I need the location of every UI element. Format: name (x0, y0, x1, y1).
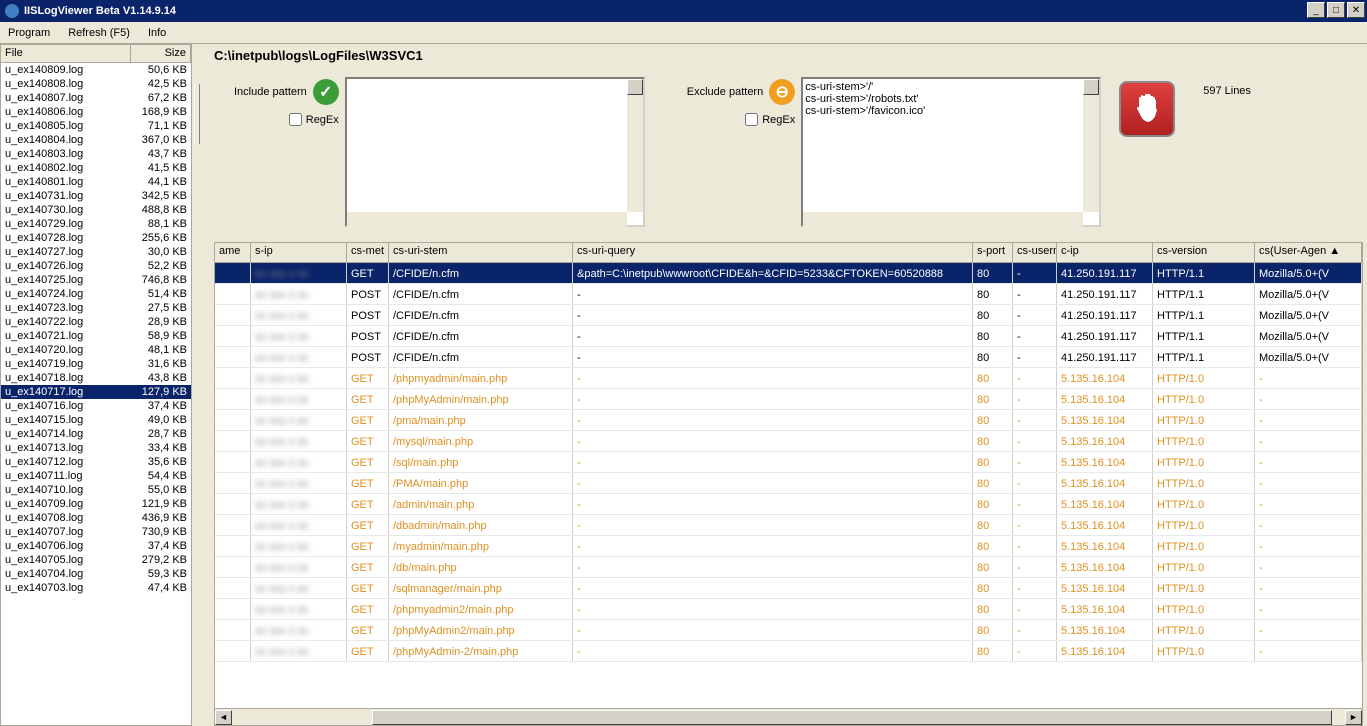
file-row[interactable]: u_ex140806.log168,9 KB (1, 105, 191, 119)
file-row[interactable]: u_ex140731.log342,5 KB (1, 189, 191, 203)
col-ame[interactable]: ame (215, 243, 251, 262)
grid-row[interactable]: xx xxx x xxGET/db/main.php-80-5.135.16.1… (215, 557, 1362, 578)
file-row[interactable]: u_ex140708.log436,9 KB (1, 511, 191, 525)
stop-button[interactable] (1119, 81, 1175, 137)
file-row[interactable]: u_ex140712.log35,6 KB (1, 455, 191, 469)
file-row[interactable]: u_ex140717.log127,9 KB (1, 385, 191, 399)
col-cs-version[interactable]: cs-version (1153, 243, 1255, 262)
splitter-handle[interactable] (194, 84, 200, 144)
file-row[interactable]: u_ex140704.log59,3 KB (1, 567, 191, 581)
include-label: Include pattern (234, 86, 307, 98)
file-row[interactable]: u_ex140711.log54,4 KB (1, 469, 191, 483)
file-row[interactable]: u_ex140713.log33,4 KB (1, 441, 191, 455)
grid-row[interactable]: xx xxx x xxGET/phpMyAdmin/main.php-80-5.… (215, 389, 1362, 410)
file-row[interactable]: u_ex140703.log47,4 KB (1, 581, 191, 595)
window-title: IISLogViewer Beta V1.14.9.14 (24, 5, 176, 17)
file-list-panel: File Size u_ex140809.log50,6 KBu_ex14080… (0, 44, 192, 726)
file-row[interactable]: u_ex140707.log730,9 KB (1, 525, 191, 539)
file-row[interactable]: u_ex140728.log255,6 KB (1, 231, 191, 245)
line-count: 597 Lines (1203, 85, 1251, 97)
app-icon (4, 3, 20, 19)
file-row[interactable]: u_ex140804.log367,0 KB (1, 133, 191, 147)
col-cs-username[interactable]: cs-usern (1013, 243, 1057, 262)
col-s-ip[interactable]: s-ip (251, 243, 347, 262)
grid-row[interactable]: xx xxx x xxPOST/CFIDE/n.cfm-80-41.250.19… (215, 326, 1362, 347)
exclude-pattern-textarea[interactable] (801, 77, 1101, 227)
grid-row[interactable]: xx xxx x xxGET/admin/main.php-80-5.135.1… (215, 494, 1362, 515)
grid-row[interactable]: xx xxx x xxGET/pma/main.php-80-5.135.16.… (215, 410, 1362, 431)
file-row[interactable]: u_ex140714.log28,7 KB (1, 427, 191, 441)
minimize-button[interactable]: _ (1307, 2, 1325, 18)
file-row[interactable]: u_ex140729.log88,1 KB (1, 217, 191, 231)
include-regex-checkbox[interactable]: RegEx (289, 113, 339, 126)
file-row[interactable]: u_ex140805.log71,1 KB (1, 119, 191, 133)
col-c-ip[interactable]: c-ip (1057, 243, 1153, 262)
menu-refresh[interactable]: Refresh (F5) (68, 27, 130, 39)
maximize-button[interactable]: □ (1327, 2, 1345, 18)
file-row[interactable]: u_ex140724.log51,4 KB (1, 287, 191, 301)
file-row[interactable]: u_ex140715.log49,0 KB (1, 413, 191, 427)
grid-body[interactable]: xx xxx x xxGET/CFIDE/n.cfm&path=C:\inetp… (215, 263, 1362, 708)
file-row[interactable]: u_ex140723.log27,5 KB (1, 301, 191, 315)
grid-row[interactable]: xx xxx x xxGET/phpMyAdmin2/main.php-80-5… (215, 620, 1362, 641)
file-row[interactable]: u_ex140718.log43,8 KB (1, 371, 191, 385)
col-s-port[interactable]: s-port (973, 243, 1013, 262)
grid-row[interactable]: xx xxx x xxGET/dbadmin/main.php-80-5.135… (215, 515, 1362, 536)
hand-stop-icon (1130, 92, 1164, 126)
grid-header: ame s-ip cs-met cs-uri-stem cs-uri-query… (215, 243, 1362, 263)
file-row[interactable]: u_ex140802.log41,5 KB (1, 161, 191, 175)
file-row[interactable]: u_ex140725.log746,8 KB (1, 273, 191, 287)
menu-info[interactable]: Info (148, 27, 166, 39)
file-row[interactable]: u_ex140727.log30,0 KB (1, 245, 191, 259)
file-row[interactable]: u_ex140706.log37,4 KB (1, 539, 191, 553)
file-row[interactable]: u_ex140807.log67,2 KB (1, 91, 191, 105)
exclude-no-icon: ⊖ (769, 79, 795, 105)
include-pattern-textarea[interactable] (345, 77, 645, 227)
file-row[interactable]: u_ex140730.log488,8 KB (1, 203, 191, 217)
menu-program[interactable]: Program (8, 27, 50, 39)
log-grid: ame s-ip cs-met cs-uri-stem cs-uri-query… (214, 242, 1363, 726)
grid-row[interactable]: xx xxx x xxPOST/CFIDE/n.cfm-80-41.250.19… (215, 305, 1362, 326)
menu-bar: Program Refresh (F5) Info (0, 22, 1367, 44)
col-cs-method[interactable]: cs-met (347, 243, 389, 262)
grid-row[interactable]: xx xxx x xxGET/phpmyadmin2/main.php-80-5… (215, 599, 1362, 620)
file-row[interactable]: u_ex140710.log55,0 KB (1, 483, 191, 497)
col-cs-uri-query[interactable]: cs-uri-query (573, 243, 973, 262)
exclude-label: Exclude pattern (687, 86, 763, 98)
grid-row[interactable]: xx xxx x xxPOST/CFIDE/n.cfm-80-41.250.19… (215, 284, 1362, 305)
file-row[interactable]: u_ex140809.log50,6 KB (1, 63, 191, 77)
exclude-regex-checkbox[interactable]: RegEx (745, 113, 795, 126)
grid-row[interactable]: xx xxx x xxGET/sql/main.php-80-5.135.16.… (215, 452, 1362, 473)
grid-h-scrollbar[interactable]: ◄ ► (215, 708, 1362, 725)
file-row[interactable]: u_ex140705.log279,2 KB (1, 553, 191, 567)
col-cs-uri-stem[interactable]: cs-uri-stem (389, 243, 573, 262)
file-row[interactable]: u_ex140803.log43,7 KB (1, 147, 191, 161)
grid-row[interactable]: xx xxx x xxGET/PMA/main.php-80-5.135.16.… (215, 473, 1362, 494)
file-header-file[interactable]: File (1, 45, 131, 62)
file-row[interactable]: u_ex140720.log48,1 KB (1, 343, 191, 357)
file-row[interactable]: u_ex140801.log44,1 KB (1, 175, 191, 189)
include-ok-icon: ✓ (313, 79, 339, 105)
grid-row[interactable]: xx xxx x xxGET/phpMyAdmin-2/main.php-80-… (215, 641, 1362, 662)
file-row[interactable]: u_ex140719.log31,6 KB (1, 357, 191, 371)
grid-row[interactable]: xx xxx x xxGET/mysql/main.php-80-5.135.1… (215, 431, 1362, 452)
file-row[interactable]: u_ex140709.log121,9 KB (1, 497, 191, 511)
grid-row[interactable]: xx xxx x xxGET/phpmyadmin/main.php-80-5.… (215, 368, 1362, 389)
grid-row[interactable]: xx xxx x xxGET/myadmin/main.php-80-5.135… (215, 536, 1362, 557)
file-header-size[interactable]: Size (131, 45, 191, 62)
file-row[interactable]: u_ex140722.log28,9 KB (1, 315, 191, 329)
title-bar: IISLogViewer Beta V1.14.9.14 _ □ ✕ (0, 0, 1367, 22)
file-row[interactable]: u_ex140721.log58,9 KB (1, 329, 191, 343)
path-title: C:\inetpub\logs\LogFiles\W3SVC1 (214, 48, 1363, 63)
grid-row[interactable]: xx xxx x xxPOST/CFIDE/n.cfm-80-41.250.19… (215, 347, 1362, 368)
file-list[interactable]: u_ex140809.log50,6 KBu_ex140808.log42,5 … (1, 63, 191, 725)
col-user-agent[interactable]: cs(User-Agen ▲ (1255, 243, 1362, 262)
file-row[interactable]: u_ex140808.log42,5 KB (1, 77, 191, 91)
close-button[interactable]: ✕ (1347, 2, 1365, 18)
file-row[interactable]: u_ex140726.log52,2 KB (1, 259, 191, 273)
grid-row[interactable]: xx xxx x xxGET/CFIDE/n.cfm&path=C:\inetp… (215, 263, 1362, 284)
file-row[interactable]: u_ex140716.log37,4 KB (1, 399, 191, 413)
grid-row[interactable]: xx xxx x xxGET/sqlmanager/main.php-80-5.… (215, 578, 1362, 599)
